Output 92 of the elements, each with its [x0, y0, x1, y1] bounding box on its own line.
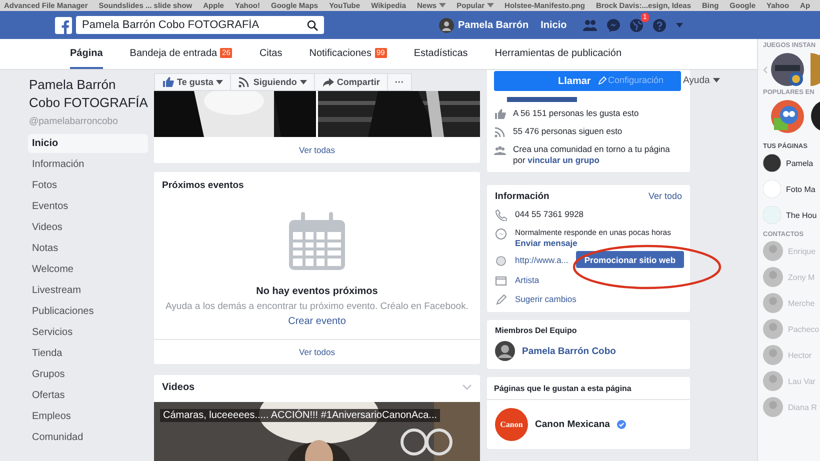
avatar [763, 397, 783, 417]
promote-button[interactable]: Promocionar sitio web [576, 251, 684, 268]
help-icon[interactable] [652, 18, 666, 32]
action-button[interactable]: Te gusta [154, 73, 232, 91]
phone-icon [495, 209, 507, 221]
chevron-icon[interactable] [462, 384, 472, 390]
empty-state-text: Ayuda a los demás a encontrar tu próximo evento. Créalo en Facebook. [166, 301, 468, 312]
page-link[interactable]: Pamela [786, 158, 814, 168]
page-avatar [763, 206, 781, 224]
rss-icon [238, 76, 250, 88]
avatar [495, 341, 515, 361]
nav-item[interactable]: Comunidad [28, 428, 148, 447]
avatar [763, 267, 783, 287]
card-title: Próximos eventos [161, 179, 245, 193]
pencil-icon [495, 294, 507, 306]
tab[interactable]: Herramientas de publicación [494, 39, 622, 69]
more-button[interactable]: ··· [386, 73, 412, 91]
phone-number: 044 55 7361 9928 [515, 209, 584, 219]
tab[interactable]: Estadísticas [414, 39, 468, 69]
button-strip [507, 97, 577, 102]
globe-icon[interactable] [630, 18, 643, 32]
nav-item[interactable]: Fotos [28, 176, 148, 195]
avatar [763, 371, 783, 391]
see-all-link[interactable]: Ver todos [299, 347, 335, 357]
page-link[interactable]: Foto Ma [786, 184, 816, 194]
nav-item[interactable]: Información [28, 155, 148, 174]
avatar [439, 18, 454, 32]
nav-item[interactable]: Notas [28, 239, 148, 258]
nav-item[interactable]: Ofertas [28, 386, 148, 405]
caret-icon [676, 22, 683, 28]
group-link[interactable]: vincular un grupo [528, 155, 600, 165]
card-title: Páginas que le gustan a esta página [487, 377, 690, 400]
nav-item[interactable]: Tienda [28, 344, 148, 363]
globe-icon [495, 255, 507, 267]
calendar-icon [289, 212, 345, 270]
nav-item[interactable]: Inicio [28, 134, 148, 153]
category-link[interactable]: Artista [515, 275, 540, 285]
chat-bubble-icon [495, 228, 507, 240]
send-message-link[interactable]: Enviar mensaje [515, 238, 672, 248]
facebook-logo [55, 16, 72, 34]
stat-text: A 56 151 personas les gusta esto [513, 108, 639, 119]
suggest-edits-link[interactable]: Sugerir cambios [515, 294, 576, 304]
create-event-link[interactable]: Crear evento [288, 316, 346, 327]
tab[interactable]: Citas [259, 39, 282, 69]
action-button[interactable]: Compartir [314, 73, 388, 91]
rss-icon [494, 126, 506, 138]
card-title: Información [495, 191, 550, 202]
share-arrow-icon [322, 76, 334, 88]
friends-icon[interactable] [582, 19, 597, 31]
people-icon [494, 144, 506, 156]
thumbs-up-icon [162, 76, 174, 88]
nav-item[interactable]: Videos [28, 218, 148, 237]
frame-icon [495, 275, 507, 287]
nav-item[interactable]: Welcome [28, 260, 148, 279]
see-all-link[interactable]: Ver todas [299, 145, 335, 155]
video-caption: Cámaras, luceeeees..... ACCIÓN!!! #1AniversarioCanonAca... [160, 409, 440, 422]
thumbs-up-icon [494, 108, 506, 120]
caret-icon [712, 78, 720, 83]
page-handle: @pamelabarroncobo [29, 116, 119, 127]
empty-state-title: No hay eventos próximos [256, 286, 378, 297]
action-button[interactable]: Siguiendo [230, 73, 315, 91]
avatar [763, 319, 783, 339]
nav-item[interactable]: Empleos [28, 407, 148, 426]
nav-item[interactable]: Publicaciones [28, 302, 148, 321]
chevron-left-icon[interactable] [763, 66, 768, 74]
nav-item[interactable]: Eventos [28, 197, 148, 216]
nav-item[interactable]: Livestream [28, 281, 148, 300]
page-title: Pamela Barrón Cobo FOTOGRAFÍA [28, 76, 148, 112]
stat-text: 55 476 personas siguen esto [513, 126, 622, 137]
avatar [763, 293, 783, 313]
card-title: Miembros Del Equipo [495, 326, 578, 335]
avatar [763, 345, 783, 365]
help-menu[interactable]: Ayuda [683, 75, 720, 86]
nav-item[interactable]: Grupos [28, 365, 148, 384]
member-link[interactable]: Pamela Barrón Cobo [522, 346, 616, 356]
messenger-icon[interactable] [606, 18, 620, 32]
nav-item[interactable]: Servicios [28, 323, 148, 342]
stat-text: Crea una comunidad en torno a tu página por vincular un grupo [513, 144, 671, 166]
page-avatar [763, 154, 781, 172]
page-link[interactable]: The Hou [786, 210, 817, 220]
page-logo: Canon [495, 408, 528, 441]
card-title: Videos [162, 382, 195, 392]
avatar [763, 241, 783, 261]
home-link[interactable]: Inicio [540, 20, 567, 30]
page-link[interactable]: Canon Mexicana [535, 419, 610, 430]
page-avatar [763, 180, 781, 198]
tab[interactable]: Página [70, 39, 103, 69]
search-icon [307, 20, 318, 30]
see-all-link[interactable]: Ver todo [648, 191, 682, 202]
user-name-link[interactable]: Pamela Barrón [458, 20, 529, 30]
pencil-icon [598, 76, 607, 84]
website-link[interactable]: http://www.a... [515, 255, 568, 265]
